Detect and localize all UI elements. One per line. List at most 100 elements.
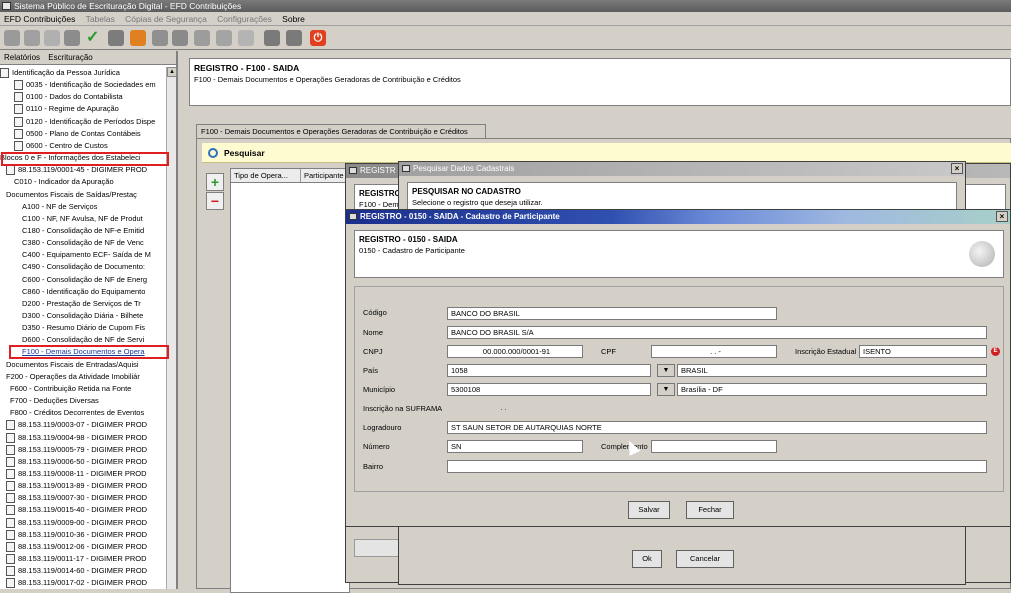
scroll-up-icon[interactable]: ▲ — [167, 67, 177, 77]
pais-dropdown-icon[interactable]: ▼ — [657, 364, 675, 377]
remove-button[interactable]: − — [206, 192, 224, 210]
tree-item[interactable]: 88.153.119/0013-89 - DIGIMER PROD — [6, 480, 147, 492]
tree-item[interactable]: F600 - Contribuição Retida na Fonte — [10, 383, 131, 395]
tree-scrollbar[interactable]: ▲ — [166, 67, 177, 589]
col-participante[interactable]: Participante — [301, 169, 344, 182]
save-icon[interactable] — [264, 30, 280, 46]
codigo-field[interactable]: BANCO DO BRASIL — [447, 307, 777, 320]
validate-check-icon[interactable]: ✓ — [86, 30, 102, 46]
tool2-icon[interactable] — [172, 30, 188, 46]
tree-item[interactable]: 88.153.119/0017-02 - DIGIMER PROD — [6, 577, 147, 589]
tree-item[interactable]: 88.153.119/0006-50 - DIGIMER PROD — [6, 456, 147, 468]
tree-item-label: D300 - Consolidação Diária - Bilhete — [22, 311, 144, 320]
cnpj-field[interactable]: 00.000.000/0001-91 — [447, 345, 583, 358]
save-button[interactable]: Salvar — [628, 501, 670, 519]
tree-item[interactable]: D300 - Consolidação Diária - Bilhete — [22, 310, 143, 322]
tab-escrituracao[interactable]: Escrituração — [48, 53, 92, 62]
tree-item[interactable]: 0100 - Dados do Contabilista — [14, 91, 123, 103]
tree-item[interactable]: Documentos Fiscais de Saídas/Prestaç — [6, 189, 137, 201]
tool3-icon[interactable] — [194, 30, 210, 46]
file-icon — [6, 554, 15, 565]
tree-item[interactable]: 0110 - Regime de Apuração — [14, 103, 119, 115]
tool4-icon[interactable] — [216, 30, 232, 46]
tree-item[interactable]: 88.153.119/0012-06 - DIGIMER PROD — [6, 541, 147, 553]
cpf-field[interactable]: . . - — [651, 345, 777, 358]
new-icon[interactable] — [4, 30, 20, 46]
suframa-field[interactable]: . . — [447, 402, 557, 415]
tree-item[interactable]: C100 - NF, NF Avulsa, NF de Produt — [22, 213, 143, 225]
settings-icon[interactable] — [64, 30, 80, 46]
tree-item[interactable]: C490 - Consolidação de Documento: — [22, 261, 145, 273]
tree-item-label: C600 - Consolidação de NF de Energ — [22, 274, 148, 284]
tree-item[interactable]: 88.153.119/0011-17 - DIGIMER PROD — [6, 553, 147, 565]
menu-sobre[interactable]: Sobre — [282, 14, 305, 24]
municipio-code-field[interactable]: 5300108 — [447, 383, 651, 396]
records-grid[interactable]: Tipo de Opera... Participante — [230, 168, 351, 593]
tool-icon[interactable] — [152, 30, 168, 46]
tree-item[interactable]: 88.153.119/0014-60 - DIGIMER PROD — [6, 565, 147, 577]
tree-item[interactable]: 0035 - Identificação de Sociedades em — [14, 79, 156, 91]
close-icon[interactable]: × — [951, 163, 963, 174]
tree-item[interactable]: Identificação da Pessoa Jurídica — [0, 67, 120, 79]
import-icon[interactable] — [44, 30, 60, 46]
open-icon[interactable] — [24, 30, 40, 46]
tree-item[interactable]: 0120 - Identificação de Períodos Dispe — [14, 116, 155, 128]
tree-item[interactable]: D200 - Prestação de Serviços de Tr — [22, 298, 141, 310]
tree-item[interactable]: C380 - Consolidação de NF de Venc — [22, 237, 144, 249]
pais-code-field[interactable]: 1058 — [447, 364, 651, 377]
close-icon[interactable]: × — [996, 211, 1008, 222]
add-button[interactable]: + — [206, 173, 224, 191]
tree-item[interactable]: 88.153.119/0003-07 - DIGIMER PROD — [6, 419, 147, 431]
tree-item[interactable]: 88.153.119/0010-36 - DIGIMER PROD — [6, 529, 147, 541]
tab-f100[interactable]: F100 - Demais Documentos e Operações Ger… — [196, 124, 486, 138]
close-button[interactable]: Fechar — [686, 501, 734, 519]
col-tipo[interactable]: Tipo de Opera... — [231, 169, 301, 182]
tree-item[interactable]: C180 - Consolidação de NF-e Emitid — [22, 225, 144, 237]
tree-item[interactable]: F700 - Deduções Diversas — [10, 395, 99, 407]
tab-relatorios[interactable]: Relatórios — [4, 53, 40, 62]
menu-configuracoes[interactable]: Configurações — [217, 14, 272, 24]
municipio-dropdown-icon[interactable]: ▼ — [657, 383, 675, 396]
logradouro-field[interactable]: ST SAUN SETOR DE AUTARQUIAS NORTE — [447, 421, 987, 434]
nome-field[interactable]: BANCO DO BRASIL S/A — [447, 326, 987, 339]
tool5-icon[interactable] — [238, 30, 254, 46]
cancel-button[interactable]: Cancelar — [676, 550, 734, 568]
tree-item[interactable]: 88.153.119/0009-00 - DIGIMER PROD — [6, 517, 147, 529]
tree-item-label: 0100 - Dados do Contabilista — [26, 92, 123, 102]
power-icon[interactable]: ⏻ — [310, 30, 326, 46]
menu-copias[interactable]: Cópias de Segurança — [125, 14, 207, 24]
tree-item[interactable]: C010 - Indicador da Apuração — [14, 176, 114, 188]
tree-item-label: 88.153.119/0017-02 - DIGIMER PROD — [18, 578, 148, 588]
tree-item[interactable]: 0600 - Centro de Custos — [14, 140, 108, 152]
tree-item[interactable]: C600 - Consolidação de NF de Energ — [22, 274, 147, 286]
complemento-field[interactable] — [651, 440, 777, 453]
tree-item[interactable]: C400 - Equipamento ECF- Saída de M — [22, 249, 151, 261]
tree-item-label: 0500 - Plano de Contas Contábeis — [26, 128, 141, 138]
tree-item[interactable]: Documentos Fiscais de Entradas/Aquisi — [6, 359, 139, 371]
tree-view[interactable]: Identificação da Pessoa Jurídica 0035 - I… — [0, 67, 166, 589]
ok-button[interactable]: Ok — [632, 550, 662, 568]
menu-tabelas[interactable]: Tabelas — [86, 14, 115, 24]
tree-item[interactable]: F800 - Créditos Decorrentes de Eventos — [10, 407, 144, 419]
tree-item[interactable]: C860 - Identificação do Equipamento — [22, 286, 145, 298]
print-icon[interactable] — [108, 30, 124, 46]
tree-item-label: 88.153.119/0011-17 - DIGIMER PROD — [18, 554, 147, 563]
tree-item[interactable]: 88.153.119/0005-79 - DIGIMER PROD — [6, 444, 147, 456]
tree-item[interactable]: 88.153.119/0007-30 - DIGIMER PROD — [6, 492, 147, 504]
tree-item-label: Documentos Fiscais de Entradas/Aquisi — [6, 359, 139, 369]
tree-item[interactable]: 88.153.119/0008-11 - DIGIMER PROD — [6, 468, 147, 480]
tree-item[interactable]: 88.153.119/0015-40 - DIGIMER PROD — [6, 504, 147, 516]
tree-item[interactable]: 88.153.119/0004-98 - DIGIMER PROD — [6, 432, 147, 444]
tree-item[interactable]: D350 - Resumo Diário de Cupom Fis — [22, 322, 145, 334]
menu-efd[interactable]: EFD Contribuições — [4, 14, 75, 24]
tree-item[interactable]: A100 - NF de Serviços — [22, 201, 97, 213]
search-bar[interactable]: Pesquisar — [202, 143, 1011, 163]
bairro-field[interactable] — [447, 460, 987, 473]
tree-item[interactable]: F200 - Operações da Atividade Imobiliár — [6, 371, 140, 383]
stop-icon[interactable] — [130, 30, 146, 46]
numero-field[interactable]: SN — [447, 440, 583, 453]
ie-field[interactable]: ISENTO — [859, 345, 987, 358]
tree-item[interactable]: 0500 - Plano de Contas Contábeis — [14, 128, 141, 140]
file-icon — [6, 468, 15, 479]
save-as-icon[interactable] — [286, 30, 302, 46]
